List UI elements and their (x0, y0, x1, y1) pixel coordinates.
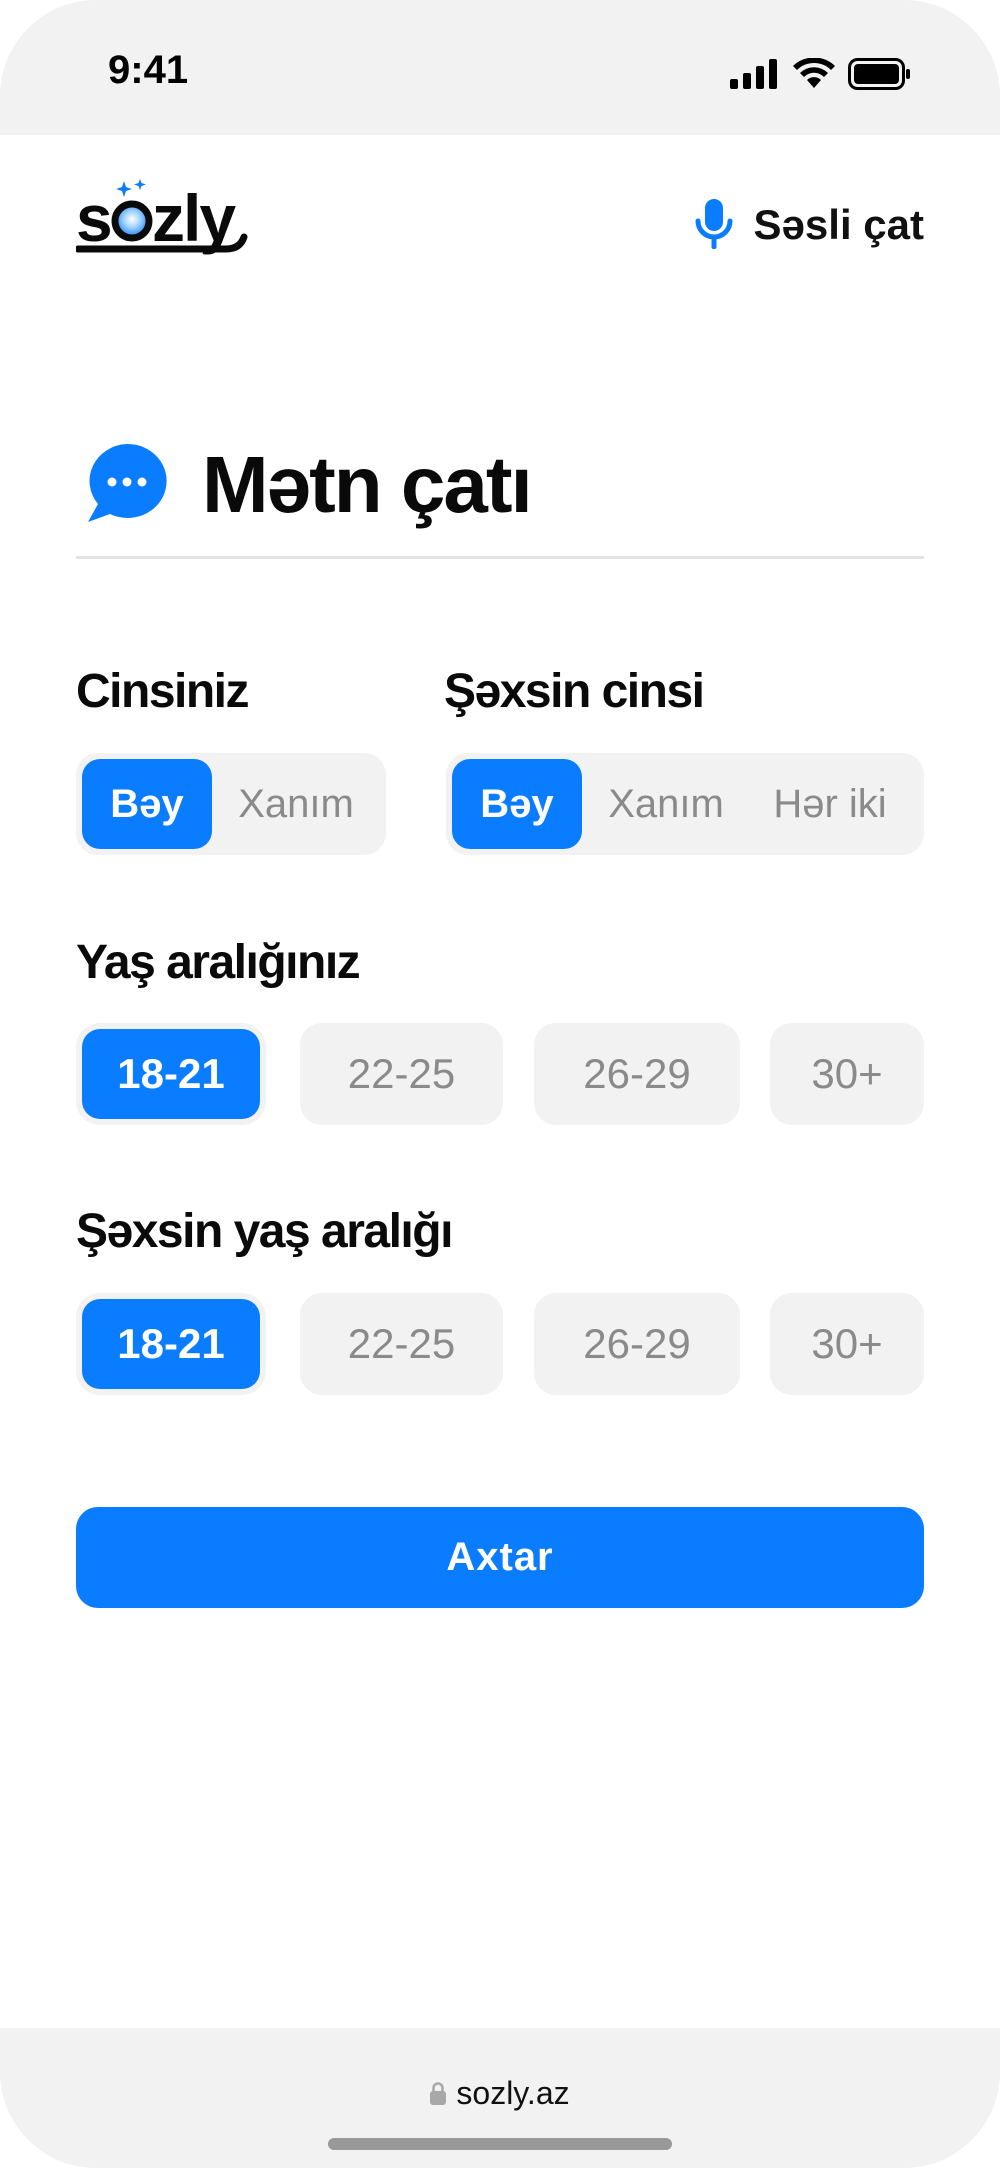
chat-bubble-icon (88, 443, 167, 522)
your-age-option-26-29[interactable]: 26-29 (534, 1023, 740, 1125)
your-age-option-18-21[interactable]: 18-21 (82, 1029, 260, 1119)
partner-age-option-30-plus[interactable]: 30+ (770, 1293, 924, 1395)
browser-bottom-bar: sozly.az (0, 2028, 1000, 2168)
partner-gender-option-xanim[interactable]: Xanım (582, 759, 750, 849)
phone-screen: 9:41 s zly Səsli çat Mətn çatı Cinsiniz … (0, 0, 1000, 2168)
your-age-option-22-25[interactable]: 22-25 (300, 1023, 503, 1125)
sozly-logo[interactable]: s zly (76, 171, 258, 263)
app-header: s zly Səsli çat (0, 135, 1000, 305)
your-age-option-30-plus[interactable]: 30+ (770, 1023, 924, 1125)
search-button[interactable]: Axtar (76, 1507, 924, 1608)
svg-text:s: s (76, 181, 113, 255)
partner-age-option-22-25[interactable]: 22-25 (300, 1293, 503, 1395)
voice-chat-link[interactable]: Səsli çat (694, 195, 924, 255)
partner-gender-label: Şəxsin cinsi (444, 665, 705, 718)
cellular-signal-icon (730, 59, 777, 89)
page-title-row: Mətn çatı (76, 440, 924, 560)
url-text: sozly.az (456, 2074, 570, 2111)
url-bar[interactable]: sozly.az (0, 2068, 1000, 2118)
your-age-selector: 18-21 22-25 26-29 30+ (76, 1023, 924, 1125)
partner-gender-selector: Bəy Xanım Hər iki (446, 753, 924, 855)
partner-gender-option-bey[interactable]: Bəy (452, 759, 582, 849)
page-title: Mətn çatı (202, 440, 533, 529)
partner-age-label: Şəxsin yaş aralığı (76, 1205, 453, 1258)
your-gender-option-bey[interactable]: Bəy (82, 759, 212, 849)
home-indicator[interactable] (328, 2138, 672, 2150)
partner-age-option-26-29[interactable]: 26-29 (534, 1293, 740, 1395)
voice-chat-label: Səsli çat (753, 201, 924, 248)
lock-icon (430, 2082, 447, 2105)
status-time: 9:41 (108, 48, 189, 92)
battery-icon (848, 58, 910, 90)
your-gender-option-xanim[interactable]: Xanım (212, 759, 380, 849)
microphone-icon (695, 199, 733, 249)
partner-age-option-18-21[interactable]: 18-21 (82, 1299, 260, 1389)
status-bar: 9:41 (0, 0, 1000, 135)
title-divider (76, 556, 924, 559)
partner-gender-option-both[interactable]: Hər iki (750, 759, 910, 849)
wifi-icon (793, 58, 835, 88)
your-age-label: Yaş aralığınız (76, 936, 361, 989)
your-gender-label: Cinsiniz (76, 665, 250, 718)
svg-text:zly: zly (152, 181, 236, 255)
partner-age-selector: 18-21 22-25 26-29 30+ (76, 1293, 924, 1395)
your-gender-selector: Bəy Xanım (76, 753, 386, 855)
status-icons (730, 56, 912, 92)
